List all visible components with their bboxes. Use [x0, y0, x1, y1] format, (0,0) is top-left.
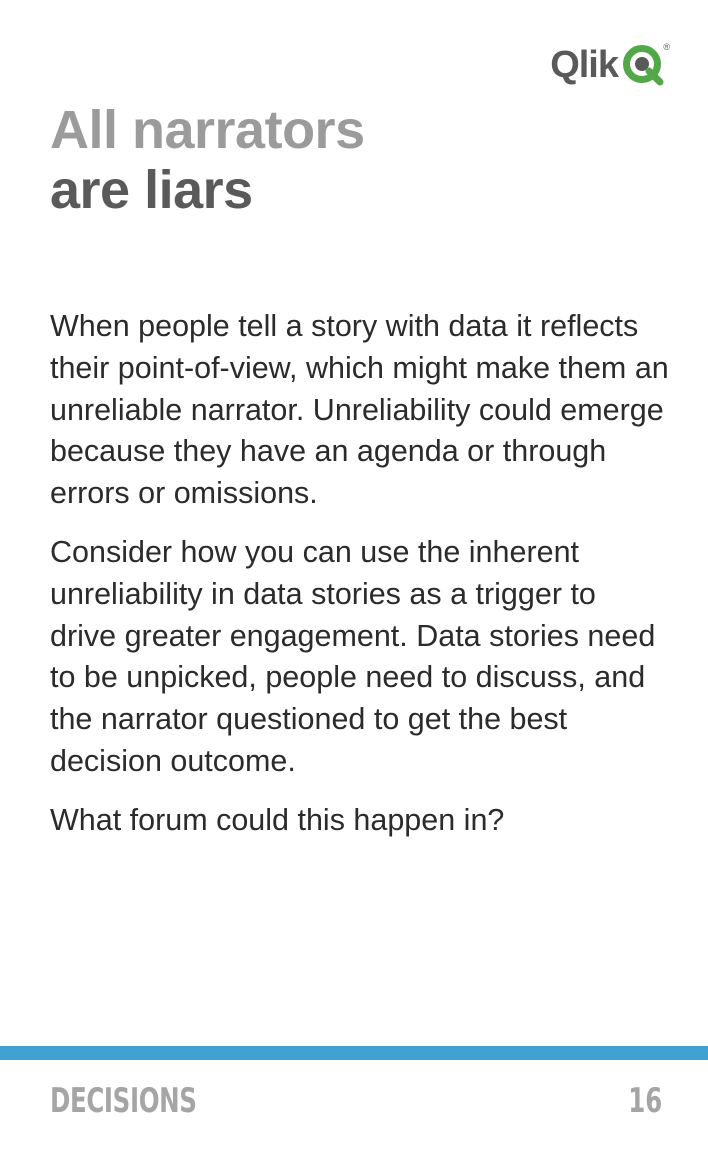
qlik-logo: Qlik ®: [550, 42, 670, 86]
page-title: All narrators are liars: [50, 100, 365, 220]
title-line-2: are liars: [50, 160, 253, 220]
paragraph: When people tell a story with data it re…: [50, 309, 669, 511]
page-number: 16: [627, 1081, 662, 1121]
qlik-q-icon: ®: [622, 42, 670, 86]
paragraph: Consider how you can use the inherent un…: [50, 534, 656, 778]
paragraph: What forum could this happen in?: [50, 802, 505, 837]
registered-mark: ®: [663, 42, 670, 52]
footer-bar: [0, 1046, 708, 1060]
title-line-1: All narrators: [50, 100, 365, 160]
logo-text: Qlik: [550, 44, 619, 86]
section-label: DECISIONS: [50, 1081, 197, 1121]
body-text: When people tell a story with data it re…: [50, 306, 670, 859]
